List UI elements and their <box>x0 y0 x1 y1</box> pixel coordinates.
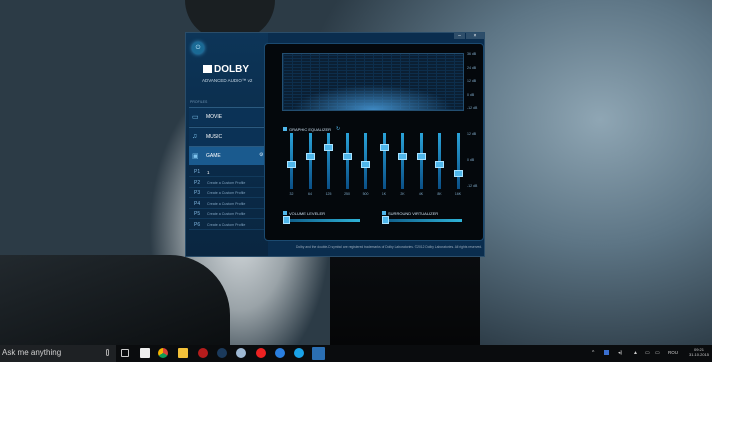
graph-axis-label: 24 dB <box>467 65 477 70</box>
eq-slider-32[interactable] <box>287 133 296 189</box>
dolby-logo: DOLBY <box>203 64 249 75</box>
eq-axis-label: -12 dB <box>467 184 478 188</box>
product-subtitle: ADVANCED AUDIO™ v2 <box>202 78 253 83</box>
custom-profile-item[interactable]: P3 Create a Custom Profile <box>189 188 267 199</box>
network-icon[interactable]: ▲ <box>633 350 638 356</box>
store-icon[interactable] <box>140 348 150 358</box>
eq-band-label: 125 <box>325 192 332 196</box>
eq-band-label: 16K <box>454 192 462 196</box>
surround-virtualizer-label: SURROUND VIRTUALIZER <box>388 211 439 216</box>
eq-slider-handle[interactable] <box>379 143 389 151</box>
custom-profile-item[interactable]: P6 Create a Custom Profile <box>189 220 267 230</box>
steam-icon[interactable] <box>217 348 227 358</box>
language-indicator[interactable]: ROU <box>668 350 678 355</box>
eq-slider-2K[interactable] <box>398 133 407 189</box>
close-button[interactable]: × <box>466 33 484 39</box>
eq-slider-handle[interactable] <box>342 152 352 160</box>
profile-game[interactable]: ▣ GAME ⚙ <box>189 146 269 165</box>
search-placeholder: Ask me anything <box>2 348 62 357</box>
profiles-label: PROFILES <box>190 100 208 104</box>
equalizer-checkbox[interactable] <box>283 127 287 131</box>
minimize-button[interactable]: – <box>454 33 465 39</box>
keyboard-icon[interactable]: ▭ <box>655 350 660 356</box>
eq-slider-4K[interactable] <box>416 133 426 189</box>
reset-icon[interactable]: ↻ <box>336 126 340 132</box>
volume-icon[interactable]: ◂) <box>618 350 622 356</box>
eq-band-label: 4K <box>418 192 424 196</box>
movie-icon: ▭ <box>192 114 199 121</box>
slider-handle[interactable] <box>382 216 389 224</box>
eq-band-label: 8K <box>437 192 442 196</box>
app-blue2-icon[interactable] <box>275 348 285 358</box>
trademark-footer: Dolby and the double-D symbol are regist… <box>296 245 483 249</box>
eq-band-label: 32 <box>289 192 294 196</box>
profiles-panel: ⏻ DOLBY ADVANCED AUDIO™ v2 PROFILES ▭ MO… <box>186 33 269 256</box>
eq-band-label: 2K <box>400 192 405 196</box>
clock[interactable]: 09:21 31.10.2015 <box>689 347 709 357</box>
eq-slider-64[interactable] <box>305 133 315 189</box>
volume-leveler-checkbox[interactable] <box>283 211 287 215</box>
profile-movie[interactable]: ▭ MOVIE <box>189 107 269 126</box>
app-blue-icon[interactable] <box>236 348 246 358</box>
microphone-icon[interactable] <box>106 349 109 356</box>
custom-profile-item[interactable]: P2 Create a Custom Profile <box>189 178 267 188</box>
taskbar: Ask me anything ^ ◂) ▲ ▭ ▭ ROU 09:21 31.1… <box>0 345 712 362</box>
tray-app-icon[interactable] <box>604 350 609 355</box>
graph-axis-label: 12 dB <box>467 79 477 83</box>
custom-profile-item[interactable]: P1 1 <box>189 167 267 177</box>
eq-slider-handle[interactable] <box>305 152 315 160</box>
notifications-icon[interactable]: ▭ <box>645 350 650 356</box>
eq-band-label: 250 <box>344 192 350 196</box>
eq-slider-1K[interactable] <box>379 133 389 189</box>
eq-axis-label: 0 dB <box>467 158 475 162</box>
frequency-visualizer <box>282 53 464 111</box>
eq-slider-8K[interactable] <box>435 133 444 189</box>
game-icon: ▣ <box>192 153 199 160</box>
chevron-up-icon[interactable]: ^ <box>592 350 594 356</box>
graph-axis-label: 36 dB <box>467 52 477 56</box>
eq-slider-handle[interactable] <box>287 161 296 169</box>
eq-slider-handle[interactable] <box>361 161 370 169</box>
file-explorer-icon[interactable] <box>178 348 188 358</box>
eq-slider-500[interactable] <box>361 133 370 189</box>
chrome-icon[interactable] <box>158 348 168 358</box>
app-flash-icon[interactable] <box>256 348 266 358</box>
eq-slider-125[interactable] <box>324 133 333 189</box>
dolby-window: ⏻ DOLBY ADVANCED AUDIO™ v2 PROFILES ▭ MO… <box>185 32 485 257</box>
slider-handle[interactable] <box>283 216 290 224</box>
skype-icon[interactable] <box>294 348 304 358</box>
eq-slider-16K[interactable] <box>453 133 463 189</box>
surround-virtualizer-checkbox[interactable] <box>382 211 386 215</box>
eq-band-label: 1K <box>381 192 387 196</box>
power-button[interactable]: ⏻ <box>192 42 204 54</box>
eq-band-label: 500 <box>362 192 369 196</box>
dolby-icon[interactable] <box>312 347 325 360</box>
settings-icon[interactable]: ⚙ <box>259 152 263 158</box>
wallpaper-coat <box>0 255 230 345</box>
custom-profile-item[interactable]: P5 Create a Custom Profile <box>189 209 267 220</box>
volume-leveler-slider[interactable] <box>283 216 360 224</box>
search-box[interactable]: Ask me anything <box>0 345 116 362</box>
custom-profile-item[interactable]: P4 Create a Custom Profile <box>189 199 267 209</box>
app-red-icon[interactable] <box>198 348 208 358</box>
profile-music[interactable]: ♫ MUSIC <box>189 126 269 146</box>
music-icon: ♫ <box>192 132 198 140</box>
eq-axis-label: 12 dB <box>467 132 477 136</box>
graph-axis-label: -12 dB <box>467 106 478 110</box>
eq-slider-handle[interactable] <box>453 169 463 177</box>
eq-slider-handle[interactable] <box>416 152 426 160</box>
eq-slider-handle[interactable] <box>398 152 407 160</box>
task-view-icon[interactable] <box>121 349 129 357</box>
volume-leveler-label: VOLUME LEVELER <box>289 211 326 216</box>
surround-virtualizer-slider[interactable] <box>382 216 462 224</box>
graph-axis-label: 0 dB <box>467 92 475 97</box>
equalizer-label: GRAPHIC EQUALIZER <box>289 127 332 132</box>
eq-band-label: 64 <box>308 192 312 196</box>
eq-slider-250[interactable] <box>342 133 352 189</box>
eq-slider-handle[interactable] <box>324 143 333 151</box>
eq-slider-handle[interactable] <box>435 161 444 169</box>
